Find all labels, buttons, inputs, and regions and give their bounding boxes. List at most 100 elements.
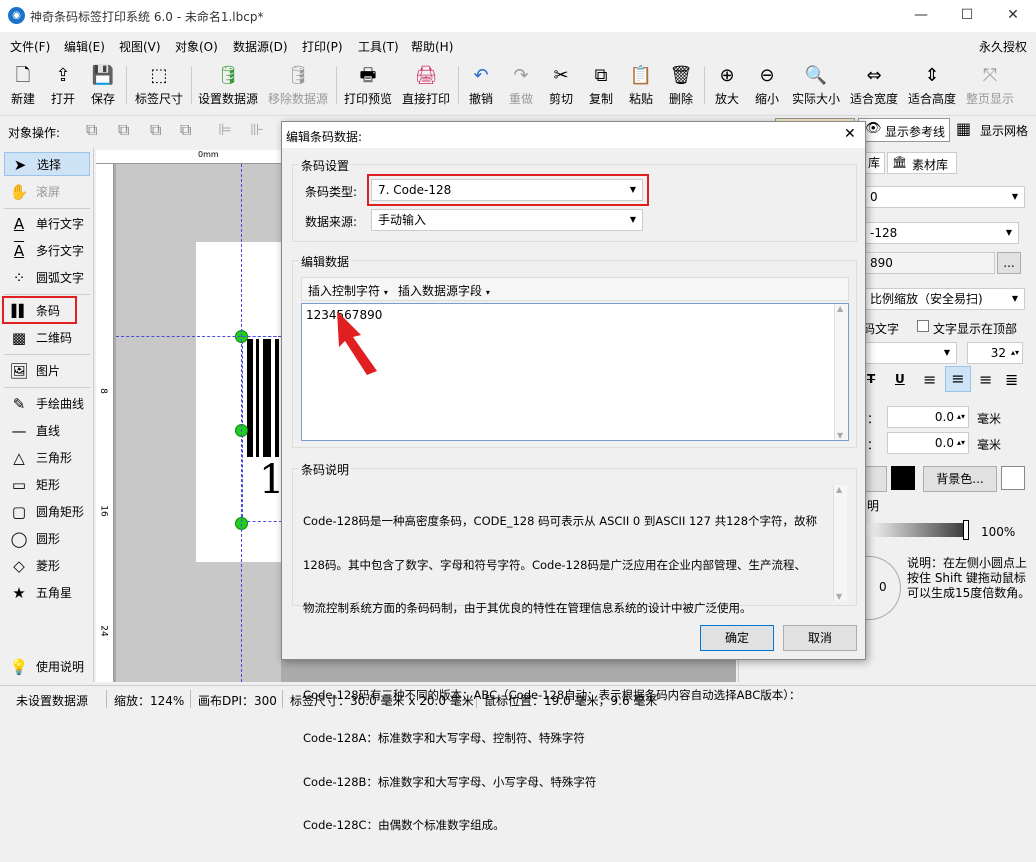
data-source-dropdown[interactable]: 手动输入 ▼ [371, 209, 643, 231]
fit-width-button[interactable]: ⇔ 适合宽度 [848, 60, 900, 110]
y-field[interactable]: 0.0 ▴▾ [887, 432, 969, 454]
tool-star[interactable]: ★ 五角星 [4, 581, 90, 605]
open-button[interactable]: ⇪ 打开 [46, 60, 80, 110]
text-top-checkbox[interactable] [917, 320, 929, 332]
font-select[interactable]: ▼ [863, 342, 957, 364]
tool-circle[interactable]: ◯ 圆形 [4, 527, 90, 551]
zoom-out-button[interactable]: ⊖ 缩小 [750, 60, 784, 110]
tool-image[interactable]: 🖼 图片 [4, 359, 90, 383]
ok-button[interactable]: 确定 [700, 625, 774, 651]
tool-rectangle[interactable]: ▭ 矩形 [4, 473, 90, 497]
cut-button[interactable]: ✂ 剪切 [544, 60, 578, 110]
menu-tools[interactable]: 工具(T) [358, 38, 399, 55]
tab-asset-library[interactable]: 🏛 素材库 [887, 152, 957, 174]
dialog-close-button[interactable]: ✕ [844, 126, 856, 142]
maximize-button[interactable]: ☐ [944, 0, 990, 32]
fit-height-button[interactable]: ⇕ 适合高度 [906, 60, 958, 110]
barcode-type-select[interactable]: 0 ▼ [863, 186, 1025, 208]
menu-file[interactable]: 文件(F) [10, 38, 50, 55]
tool-rounded-rect[interactable]: ▢ 圆角矩形 [4, 500, 90, 524]
save-button[interactable]: 💾 保存 [86, 60, 120, 110]
layer-top-icon[interactable]: ⧉ [118, 120, 129, 140]
scale-mode-select[interactable]: 比例缩放（安全易扫) ▼ [863, 288, 1025, 310]
layer-bottom-icon[interactable]: ⧉ [180, 120, 191, 140]
tool-single-text[interactable]: A 单行文字 [4, 212, 90, 236]
menu-object[interactable]: 对象(O) [175, 38, 218, 55]
tool-pan[interactable]: ✋ 滚屏 [4, 180, 90, 204]
actual-size-button[interactable]: 🔍 实际大小 [790, 60, 842, 110]
align-center-icon[interactable]: ≡ [945, 366, 971, 392]
fit-page-label: 整页显示 [965, 92, 1014, 106]
insert-control-char-button[interactable]: 插入控制字符 ▾ [308, 282, 388, 299]
cancel-button[interactable]: 取消 [783, 625, 857, 651]
remove-datasource-button[interactable]: 🛢 移除数据源 [266, 60, 330, 110]
zoom-in-button[interactable]: ⊕ 放大 [710, 60, 744, 110]
scroll-up-icon[interactable]: ▲ [836, 485, 842, 494]
tool-qrcode[interactable]: ▩ 二维码 [4, 326, 90, 350]
align-left-icon[interactable]: ⊫ [218, 120, 232, 139]
data-select[interactable]: -128 ▼ [863, 222, 1019, 244]
set-datasource-button[interactable]: 🛢 设置数据源 [196, 60, 260, 110]
menu-print[interactable]: 打印(P) [302, 38, 343, 55]
undo-button[interactable]: ↶ 撤销 [464, 60, 498, 110]
bg-color-button[interactable]: 背景色... [923, 466, 997, 492]
fore-color-button[interactable] [863, 466, 887, 492]
layer-down-icon[interactable]: ⧉ [150, 120, 161, 140]
multi-text-icon: A [13, 242, 25, 260]
paste-button[interactable]: 📋 粘贴 [624, 60, 658, 110]
minimize-button[interactable]: — [898, 0, 944, 32]
opacity-slider-thumb[interactable] [963, 520, 969, 540]
tool-select[interactable]: ➤ 选择 [4, 152, 90, 176]
tool-multi-text[interactable]: A 多行文字 [4, 239, 90, 263]
close-button[interactable]: ✕ [990, 0, 1036, 32]
redo-button[interactable]: ↷ 重做 [504, 60, 538, 110]
database-remove-icon: 🛢 [286, 65, 310, 86]
show-ref-lines-button[interactable]: 👁 显示参考线 [858, 118, 950, 142]
delete-button[interactable]: 🗑 删除 [664, 60, 698, 110]
scroll-up-icon[interactable]: ▲ [837, 304, 843, 313]
font-size-field[interactable]: 32 ▴▾ [967, 342, 1023, 364]
x-field[interactable]: 0.0 ▴▾ [887, 406, 969, 428]
menu-edit[interactable]: 编辑(E) [64, 38, 105, 55]
textarea-scrollbar[interactable]: ▲ ▼ [834, 304, 848, 440]
copy-button[interactable]: ⧉ 复制 [584, 60, 618, 110]
help-button[interactable]: 💡 使用说明 [4, 655, 90, 679]
bg-color-swatch[interactable] [1001, 466, 1025, 490]
new-button[interactable]: 🗋 新建 [6, 60, 40, 110]
label-size-button[interactable]: ⬚ 标签尺寸 [131, 60, 187, 110]
align-left-icon[interactable]: ≡ [923, 370, 936, 389]
underline-icon[interactable]: U [895, 372, 905, 386]
align-justify-icon[interactable]: ≣ [1005, 370, 1018, 389]
insert-field-button[interactable]: 插入数据源字段 ▾ [398, 282, 490, 299]
rounded-rect-icon: ▢ [11, 503, 27, 521]
barcode-data-textarea[interactable]: 1234567890 ▲ ▼ [301, 303, 849, 441]
print-button[interactable]: 🖨 直接打印 [400, 60, 452, 110]
strikethrough-icon[interactable]: T [867, 372, 875, 386]
description-scrollbar[interactable]: ▲ ▼ [833, 485, 847, 601]
tool-triangle[interactable]: △ 三角形 [4, 446, 90, 470]
tool-line[interactable]: — 直线 [4, 419, 90, 443]
fit-page-button[interactable]: ⤧ 整页显示 [964, 60, 1016, 110]
menu-help[interactable]: 帮助(H) [411, 38, 453, 55]
show-grid-button[interactable]: ▦ 显示网格 [954, 118, 1034, 142]
fore-color-swatch[interactable] [891, 466, 915, 490]
more-button[interactable]: ... [997, 252, 1021, 274]
align-center-icon[interactable]: ⊪ [250, 120, 264, 139]
align-right-icon[interactable]: ≡ [979, 370, 992, 389]
label-paper[interactable]: 1 [196, 242, 284, 562]
print-preview-button[interactable]: 🖶 打印预览 [342, 60, 394, 110]
barcode-selection[interactable]: 1 [242, 336, 284, 522]
layer-up-icon[interactable]: ⧉ [86, 120, 97, 140]
scroll-down-icon[interactable]: ▼ [836, 592, 842, 601]
opacity-slider[interactable] [863, 523, 969, 537]
tool-diamond[interactable]: ◇ 菱形 [4, 554, 90, 578]
tab-library[interactable]: 库 [863, 152, 885, 174]
ruler-left: 8 16 24 [96, 164, 114, 682]
menu-datasource[interactable]: 数据源(D) [233, 38, 288, 55]
menu-view[interactable]: 视图(V) [119, 38, 161, 55]
tool-arc-text[interactable]: ⁘ 圆弧文字 [4, 266, 90, 290]
scroll-down-icon[interactable]: ▼ [837, 431, 843, 440]
data-value-field[interactable]: 890 [863, 252, 995, 274]
tool-freehand[interactable]: ✎ 手绘曲线 [4, 392, 90, 416]
tool-multi-text-label: 多行文字 [36, 244, 85, 258]
